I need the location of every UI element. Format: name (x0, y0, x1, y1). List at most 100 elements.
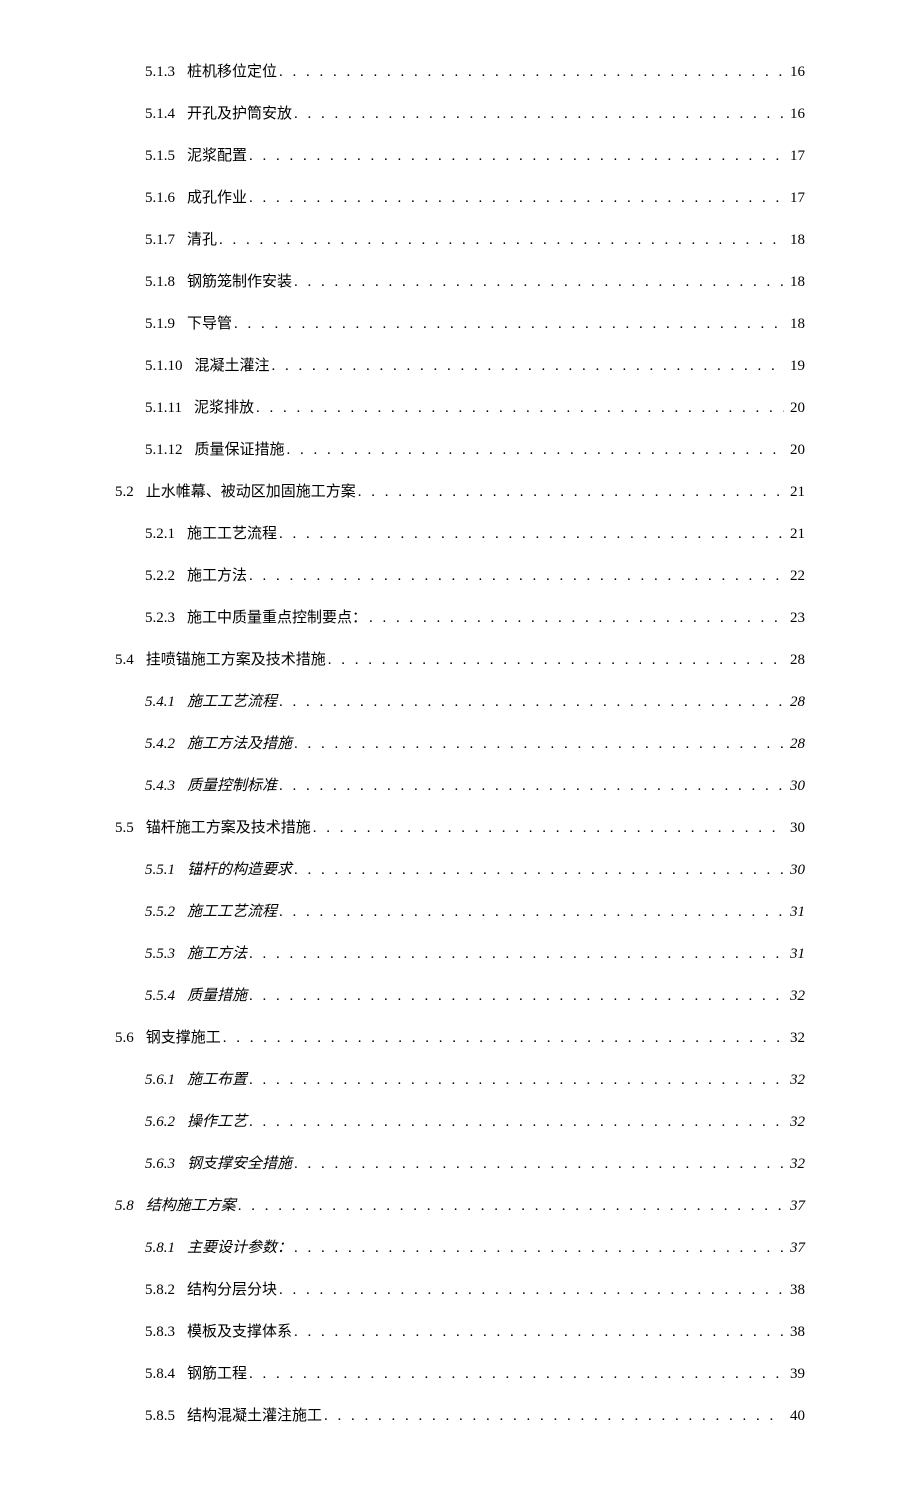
toc-title: 操作工艺 (187, 1112, 247, 1133)
toc-title: 施工方法 (187, 944, 247, 965)
toc-entry[interactable]: 5.5.1锚杆的构造要求30 (145, 860, 805, 881)
toc-entry[interactable]: 5.8.4钢筋工程39 (145, 1364, 805, 1385)
toc-entry[interactable]: 5.1.7清孔18 (145, 230, 805, 251)
toc-number: 5.2 (115, 482, 134, 503)
toc-number: 5.4.2 (145, 734, 175, 755)
toc-entry[interactable]: 5.8结构施工方案37 (115, 1196, 805, 1217)
toc-entry[interactable]: 5.1.12质量保证措施20 (145, 440, 805, 461)
toc-number: 5.4 (115, 650, 134, 671)
toc-entry[interactable]: 5.5.3施工方法31 (145, 944, 805, 965)
toc-page-number: 16 (790, 104, 805, 125)
toc-page-number: 21 (790, 524, 805, 545)
toc-number: 5.1.11 (145, 398, 182, 419)
toc-title: 泥浆配置 (187, 146, 247, 167)
toc-leader-dots (294, 1322, 784, 1343)
toc-page-number: 18 (790, 272, 805, 293)
toc-number: 5.1.8 (145, 272, 175, 293)
toc-title: 质量保证措施 (195, 440, 285, 461)
toc-entry[interactable]: 5.1.8 钢筋笼制作安装 18 (145, 272, 805, 293)
toc-leader-dots (249, 1112, 784, 1133)
toc-entry[interactable]: 5.1.10混凝土灌注19 (145, 356, 805, 377)
toc-entry[interactable]: 5.4.3质量控制标准30 (145, 776, 805, 797)
toc-entry[interactable]: 5.1.3桩机移位定位16 (145, 62, 805, 83)
toc-page-number: 20 (790, 398, 805, 419)
toc-page-number: 37 (790, 1238, 805, 1259)
toc-entry[interactable]: 5.1.11泥浆排放20 (145, 398, 805, 419)
toc-entry[interactable]: 5.2.2施工方法22 (145, 566, 805, 587)
toc-entry[interactable]: 5.6.1施工布置32 (145, 1070, 805, 1091)
toc-leader-dots (249, 1070, 784, 1091)
toc-title: 成孔作业 (187, 188, 247, 209)
toc-title: 质量控制标准 (187, 776, 277, 797)
toc-number: 5.8.1 (145, 1238, 175, 1259)
toc-page-number: 30 (790, 818, 805, 839)
toc-entry[interactable]: 5.5.4质量措施32 (145, 986, 805, 1007)
toc-entry[interactable]: 5.5锚杆施工方案及技术措施30 (115, 818, 805, 839)
toc-title: 结构施工方案 (146, 1196, 236, 1217)
toc-leader-dots (287, 440, 784, 461)
toc-title: 下导管 (187, 314, 232, 335)
toc-entry[interactable]: 5.4挂喷锚施工方案及技术措施28 (115, 650, 805, 671)
toc-title: 施工方法 (187, 566, 247, 587)
toc-title: 止水帷幕、被动区加固施工方案 (146, 482, 356, 503)
toc-page-number: 17 (790, 188, 805, 209)
toc-entry[interactable]: 5.4.1施工工艺流程28 (145, 692, 805, 713)
toc-title: 施工中质量重点控制要点： (187, 608, 367, 629)
toc-number: 5.1.4 (145, 104, 175, 125)
toc-page-number: 31 (790, 902, 805, 923)
toc-leader-dots (249, 944, 784, 965)
toc-entry[interactable]: 5.1.6成孔作业17 (145, 188, 805, 209)
toc-entry[interactable]: 5.2.3施工中质量重点控制要点：23 (145, 608, 805, 629)
toc-page-number: 17 (790, 146, 805, 167)
toc-number: 5.5.1 (145, 860, 175, 881)
toc-number: 5.6.3 (145, 1154, 175, 1175)
toc-entry[interactable]: 5.8.3模板及支撑体系38 (145, 1322, 805, 1343)
toc-entry[interactable]: 5.4.2施工方法及措施28 (145, 734, 805, 755)
toc-leader-dots (279, 692, 784, 713)
toc-entry[interactable]: 5.6.3钢支撑安全措施32 (145, 1154, 805, 1175)
toc-number: 5.6.2 (145, 1112, 175, 1133)
toc-entry[interactable]: 5.5.2施工工艺流程31 (145, 902, 805, 923)
toc-number: 5.2.1 (145, 524, 175, 545)
toc-page-number: 28 (790, 650, 805, 671)
toc-leader-dots (249, 1364, 784, 1385)
toc-title: 结构分层分块 (187, 1280, 277, 1301)
toc-number: 5.8 (115, 1196, 134, 1217)
toc-entry[interactable]: 5.6钢支撑施工32 (115, 1028, 805, 1049)
toc-leader-dots (249, 986, 784, 1007)
toc-number: 5.5.3 (145, 944, 175, 965)
toc-number: 5.2.3 (145, 608, 175, 629)
toc-title: 开孔及护筒安放 (187, 104, 292, 125)
toc-number: 5.8.4 (145, 1364, 175, 1385)
toc-title: 结构混凝土灌注施工 (187, 1406, 322, 1427)
toc-number: 5.8.3 (145, 1322, 175, 1343)
toc-entry[interactable]: 5.8.5结构混凝土灌注施工40 (145, 1406, 805, 1427)
toc-leader-dots (249, 566, 784, 587)
toc-entry[interactable]: 5.2止水帷幕、被动区加固施工方案21 (115, 482, 805, 503)
toc-page-number: 30 (790, 860, 805, 881)
toc-leader-dots (358, 482, 784, 503)
toc-leader-dots (249, 188, 784, 209)
toc-entry[interactable]: 5.1.4 开孔及护筒安放 16 (145, 104, 805, 125)
toc-leader-dots (279, 902, 784, 923)
toc-leader-dots (294, 104, 784, 125)
toc-page-number: 30 (790, 776, 805, 797)
toc-page: 5.1.3桩机移位定位165.1.4开孔及护筒安放165.1.5泥浆配置175.… (0, 0, 920, 1508)
toc-number: 5.1.3 (145, 62, 175, 83)
toc-number: 5.5 (115, 818, 134, 839)
toc-leader-dots (294, 1238, 784, 1259)
toc-entry[interactable]: 5.1.5泥浆配置17 (145, 146, 805, 167)
toc-entry[interactable]: 5.2.1施工工艺流程21 (145, 524, 805, 545)
toc-title: 主要设计参数： (187, 1238, 292, 1259)
toc-leader-dots (256, 398, 784, 419)
toc-number: 5.8.5 (145, 1406, 175, 1427)
toc-leader-dots (369, 608, 784, 629)
toc-title: 钢筋笼制作安装 (187, 272, 292, 293)
toc-page-number: 18 (790, 230, 805, 251)
toc-leader-dots (294, 272, 784, 293)
toc-title: 桩机移位定位 (187, 62, 277, 83)
toc-entry[interactable]: 5.8.2结构分层分块38 (145, 1280, 805, 1301)
toc-entry[interactable]: 5.6.2操作工艺32 (145, 1112, 805, 1133)
toc-entry[interactable]: 5.1.9下导管18 (145, 314, 805, 335)
toc-entry[interactable]: 5.8.1 主要设计参数： 37 (145, 1238, 805, 1259)
